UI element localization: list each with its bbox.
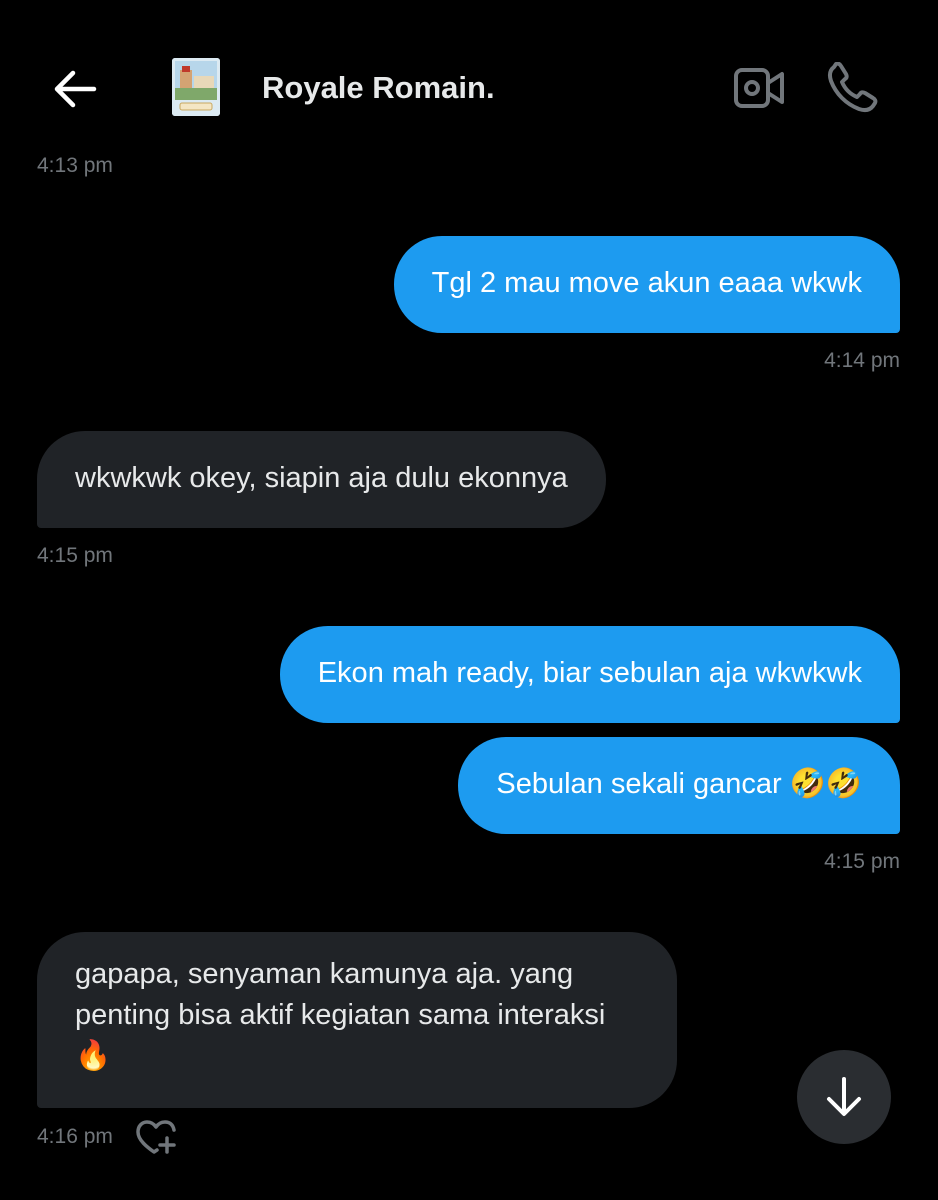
message-timestamp: 4:14 pm (824, 349, 900, 372)
message-timestamp: 4:15 pm (824, 850, 900, 873)
message-text: gapapa, senyaman kamunya aja. yang penti… (75, 958, 606, 1072)
avatar[interactable] (172, 58, 220, 116)
incoming-message-bubble[interactable]: wkwkwk okey, siapin aja dulu ekonnya (37, 431, 606, 528)
chat-header: Royale Romain. (0, 0, 938, 150)
contact-name[interactable]: Royale Romain. (262, 70, 495, 106)
outgoing-message-bubble[interactable]: Sebulan sekali gancar 🤣🤣 (458, 737, 900, 834)
arrow-left-icon (54, 70, 97, 108)
voice-call-button[interactable] (826, 61, 880, 114)
message-timestamp: 4:13 pm (37, 154, 113, 177)
message-timestamp: 4:15 pm (37, 544, 113, 567)
outgoing-message-bubble[interactable]: Tgl 2 mau move akun eaaa wkwk (393, 236, 900, 333)
avatar-image (172, 58, 220, 116)
heart-add-icon (136, 1120, 176, 1154)
video-call-button[interactable] (733, 66, 785, 110)
add-reaction-button[interactable] (135, 1119, 177, 1155)
incoming-message-bubble[interactable]: gapapa, senyaman kamunya aja. yang penti… (37, 932, 677, 1108)
message-text: Tgl 2 mau move akun eaaa wkwk (431, 267, 862, 299)
message-text: Ekon mah ready, biar sebulan aja wkwkwk (317, 657, 862, 689)
scroll-to-bottom-button[interactable] (797, 1050, 891, 1144)
video-camera-icon (734, 68, 784, 108)
message-text: Sebulan sekali gancar 🤣🤣 (496, 768, 862, 800)
message-text: wkwkwk okey, siapin aja dulu ekonnya (75, 462, 568, 494)
back-button[interactable] (52, 66, 98, 112)
message-timestamp: 4:16 pm (37, 1125, 113, 1148)
outgoing-message-bubble[interactable]: Ekon mah ready, biar sebulan aja wkwkwk (279, 626, 900, 723)
phone-icon (828, 61, 878, 112)
arrow-down-icon (827, 1077, 861, 1116)
